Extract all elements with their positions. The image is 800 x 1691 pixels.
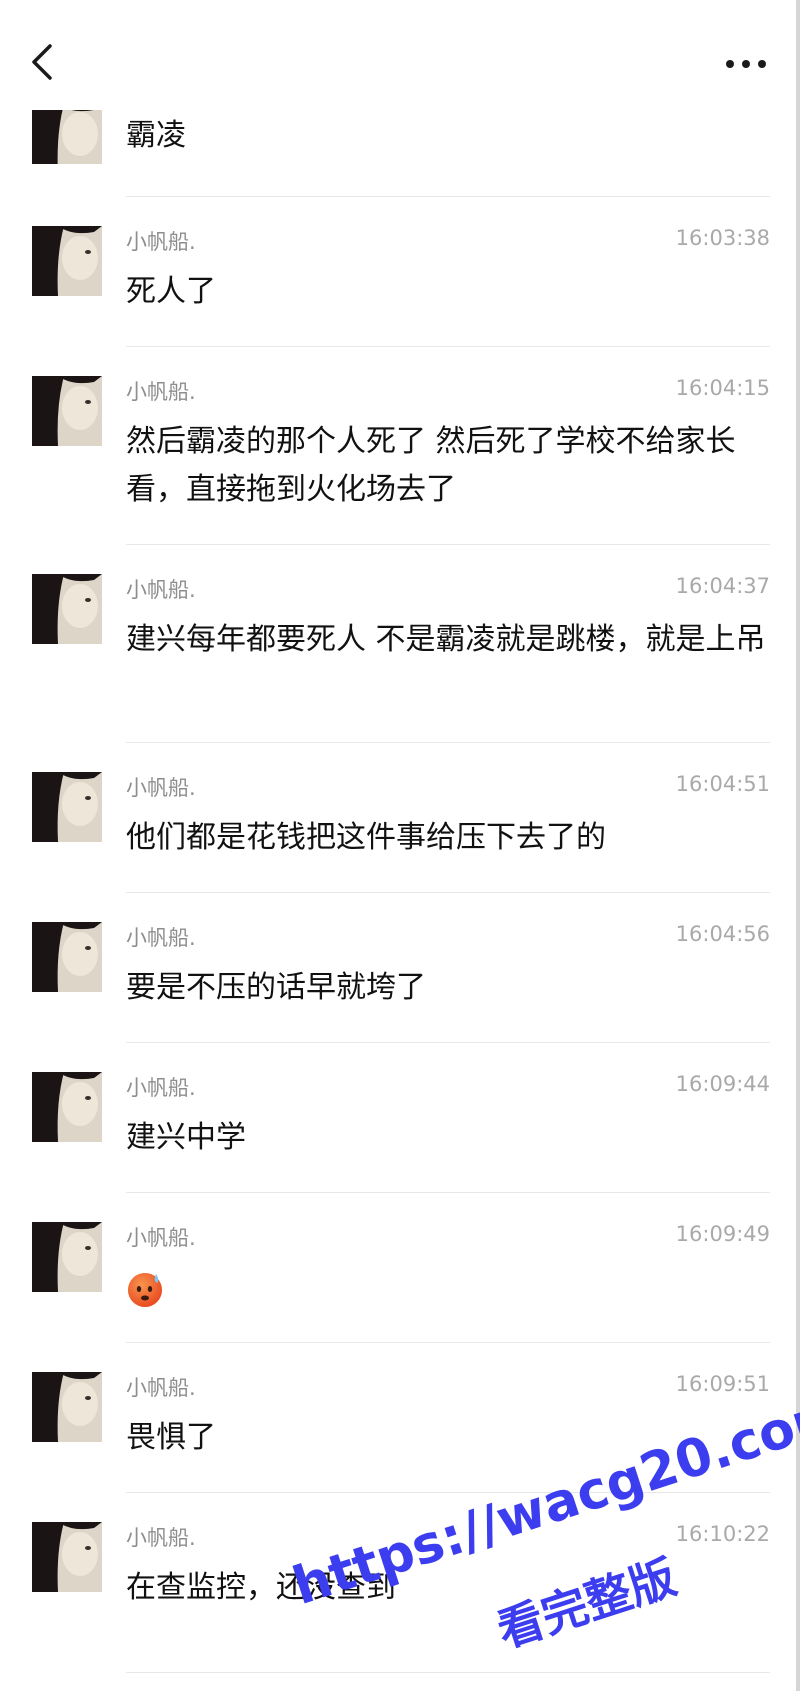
sender-name: 小帆船. <box>126 230 196 254</box>
avatar[interactable] <box>32 922 102 992</box>
avatar[interactable] <box>32 574 102 644</box>
message-time: 16:09:51 <box>675 1372 770 1396</box>
divider <box>126 1672 770 1673</box>
screen-edge <box>796 0 800 1691</box>
message-item: 小帆船. 16:09:49 <box>0 1206 796 1336</box>
message-text: 霸凌 <box>126 118 186 153</box>
sender-name: 小帆船. <box>126 1076 196 1100</box>
message-item: 小帆船. 16:10:22 在查监控，还没查到 <box>0 1506 796 1646</box>
avatar[interactable] <box>32 1372 102 1442</box>
message-item: 小帆船. 16:04:37 建兴每年都要死人 不是霸凌就是跳楼，就是上吊 <box>0 558 796 738</box>
avatar[interactable] <box>32 376 102 446</box>
divider <box>126 742 770 743</box>
avatar[interactable] <box>32 1222 102 1292</box>
message-time: 16:09:44 <box>675 1072 770 1096</box>
message-text: 畏惧了 <box>126 1420 216 1455</box>
message-item: 小帆船. 16:04:56 要是不压的话早就垮了 <box>0 906 796 1036</box>
avatar[interactable] <box>32 226 102 296</box>
divider <box>126 544 770 545</box>
sender-name: 小帆船. <box>126 1376 196 1400</box>
message-time: 16:10:22 <box>675 1522 770 1546</box>
message-text: 要是不压的话早就垮了 <box>126 970 426 1005</box>
avatar[interactable] <box>32 104 102 164</box>
divider <box>126 346 770 347</box>
more-button[interactable] <box>722 50 770 78</box>
message-time: 16:04:51 <box>675 772 770 796</box>
sender-name: 小帆船. <box>126 1226 196 1250</box>
message-text: 死人了 <box>126 274 216 309</box>
divider <box>126 1042 770 1043</box>
avatar[interactable] <box>32 772 102 842</box>
message-text: 在查监控，还没查到 <box>126 1570 396 1605</box>
message-time: 16:04:37 <box>675 574 770 598</box>
more-dots-icon <box>726 60 766 68</box>
message-text: 建兴中学 <box>126 1120 246 1155</box>
divider <box>126 892 770 893</box>
hot-face-emoji-icon <box>126 1270 164 1308</box>
avatar[interactable] <box>32 1072 102 1142</box>
message-item: 小帆船. 16:04:15 然后霸凌的那个人死了 然后死了学校不给家长看，直接拖… <box>0 360 796 540</box>
top-bar <box>0 0 796 110</box>
message-item: 小帆船. 16:03:38 死人了 <box>0 210 796 340</box>
message-text: 他们都是花钱把这件事给压下去了的 <box>126 820 606 855</box>
sender-name: 小帆船. <box>126 380 196 404</box>
message-time: 16:04:15 <box>675 376 770 400</box>
message-time: 16:04:56 <box>675 922 770 946</box>
message-time: 16:09:49 <box>675 1222 770 1246</box>
divider <box>126 1492 770 1493</box>
message-time: 16:03:38 <box>675 226 770 250</box>
sender-name: 小帆船. <box>126 1526 196 1550</box>
message-item: 小帆船. 16:09:51 畏惧了 <box>0 1356 796 1486</box>
message-text: 建兴每年都要死人 不是霸凌就是跳楼，就是上吊 <box>126 622 766 657</box>
message-item: 小帆船. 16:04:51 他们都是花钱把这件事给压下去了的 <box>0 756 796 886</box>
sender-name: 小帆船. <box>126 578 196 602</box>
message-list[interactable]: 霸凌 小帆船. 16:03:38 死人了 小帆船. 16:04:15 然后霸凌的… <box>0 0 796 1691</box>
message-text: 然后霸凌的那个人死了 然后死了学校不给家长看，直接拖到火化场去了 <box>126 424 736 507</box>
sender-name: 小帆船. <box>126 776 196 800</box>
avatar[interactable] <box>32 1522 102 1592</box>
sender-name: 小帆船. <box>126 926 196 950</box>
chevron-left-icon <box>32 44 52 80</box>
message-item: 小帆船. 16:09:44 建兴中学 <box>0 1056 796 1186</box>
back-button[interactable] <box>24 40 64 84</box>
divider <box>126 1342 770 1343</box>
divider <box>126 1192 770 1193</box>
divider <box>126 196 770 197</box>
